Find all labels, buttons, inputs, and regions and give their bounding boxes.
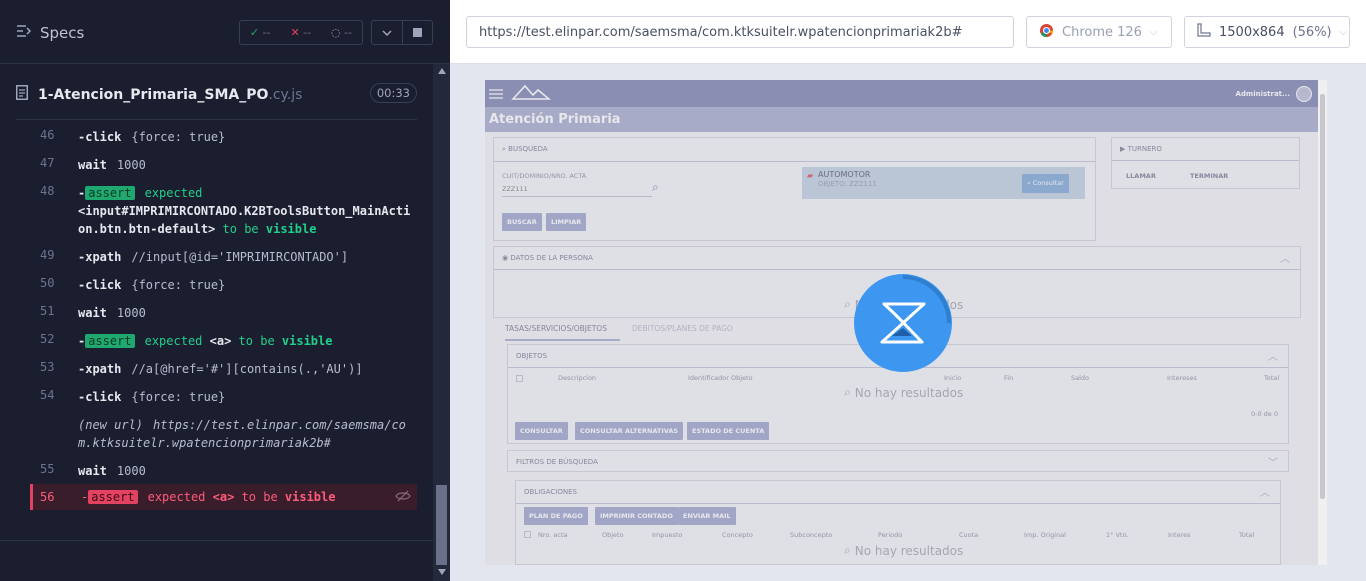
check-icon: ✓ <box>249 26 260 39</box>
x-icon: ✕ <box>290 26 300 39</box>
dropdown-chevron-icon[interactable] <box>372 21 403 44</box>
scroll-up-arrow-icon[interactable] <box>438 68 446 74</box>
pending-circle-icon: ◌ <box>330 26 341 39</box>
command-row[interactable]: 54 -click {force: true} <box>30 378 417 406</box>
command-row[interactable]: 51 wait 1000 <box>30 294 417 322</box>
command-row[interactable]: 47 wait 1000 <box>30 146 417 174</box>
spec-file-header: 1-Atencion_Primaria_SMA_PO .cy.js 00:33 <box>16 70 417 120</box>
runner-controls <box>371 20 433 45</box>
url-field[interactable]: https://test.elinpar.com/saemsma/com.ktk… <box>466 16 1014 48</box>
test-stats: ✓ -- ✕ -- ◌ -- <box>239 20 363 45</box>
spec-file-name: 1-Atencion_Primaria_SMA_PO <box>38 86 269 103</box>
passed-stat: ✓ -- <box>249 26 271 39</box>
viewport-size: 1500x864 <box>1219 24 1285 40</box>
new-url-row[interactable]: (new url) https://test.elinpar.com/saemsm… <box>30 406 417 452</box>
chrome-icon <box>1039 23 1054 42</box>
hourglass-icon <box>880 275 951 344</box>
assert-badge: assert <box>85 186 135 200</box>
stop-button[interactable] <box>403 21 433 44</box>
command-row[interactable]: 50 -click {force: true} <box>30 266 417 294</box>
scrollbar-thumb[interactable] <box>436 485 447 565</box>
zoom-level: (56%) <box>1292 24 1332 40</box>
file-icon <box>16 85 28 104</box>
assert-badge: assert <box>85 334 135 348</box>
failed-command-row[interactable]: 56- assert expected <a> to be visible <box>30 484 417 510</box>
command-log-panel: Specs ✓ -- ✕ -- ◌ -- 1-Atencion_Primaria… <box>0 0 450 581</box>
aut-header: https://test.elinpar.com/saemsma/com.ktk… <box>450 0 1366 64</box>
browser-label: Chrome 126 <box>1062 24 1142 40</box>
app-page: Administrat... Atención Primaria ⌕ BUSQU… <box>485 80 1318 565</box>
app-iframe: Administrat... Atención Primaria ⌕ BUSQU… <box>485 80 1327 565</box>
command-row[interactable]: 55 wait 1000 <box>30 452 417 480</box>
assert-fail-badge: assert <box>88 490 138 504</box>
aut-panel: https://test.elinpar.com/saemsma/com.ktk… <box>450 0 1366 581</box>
command-row[interactable]: 48- assert expected <input#IMPRIMIRCONTADO.… <box>30 174 417 238</box>
chevron-down-icon: ⌵ <box>1339 26 1348 38</box>
pending-stat: ◌ -- <box>330 26 353 39</box>
specs-label: Specs <box>40 24 85 42</box>
chevron-down-icon: ⌵ <box>1149 26 1158 38</box>
eye-slash-icon[interactable] <box>395 490 411 505</box>
specs-button[interactable]: Specs <box>16 24 84 42</box>
specs-list-icon <box>16 24 32 42</box>
viewport-info[interactable]: 1500x864 (56%) ⌵ <box>1184 16 1350 48</box>
divider <box>0 540 433 541</box>
command-row[interactable]: 53 -xpath//a[@href='#'][contains(.,'AU')] <box>30 350 417 378</box>
spec-duration: 00:33 <box>369 83 417 103</box>
scroll-down-arrow-icon[interactable] <box>438 569 446 575</box>
spec-file-ext: .cy.js <box>268 86 303 103</box>
command-list: 46 -click {force: true} 47 wait 1000 48- asse… <box>30 122 417 510</box>
command-row[interactable]: 46 -click {force: true} <box>30 122 417 146</box>
loading-spinner <box>854 274 952 372</box>
command-row[interactable]: 49 -xpath//input[@id='IMPRIMIRCONTADO'] <box>30 238 417 266</box>
failed-stat: ✕ -- <box>290 26 312 39</box>
runner-header: Specs ✓ -- ✕ -- ◌ -- <box>0 0 450 64</box>
app-scrollbar-thumb[interactable] <box>1320 94 1325 499</box>
command-row[interactable]: 52- assert expected <a> to be visible <box>30 322 417 350</box>
ruler-icon <box>1197 23 1211 41</box>
browser-selector[interactable]: Chrome 126 ⌵ <box>1026 16 1172 48</box>
